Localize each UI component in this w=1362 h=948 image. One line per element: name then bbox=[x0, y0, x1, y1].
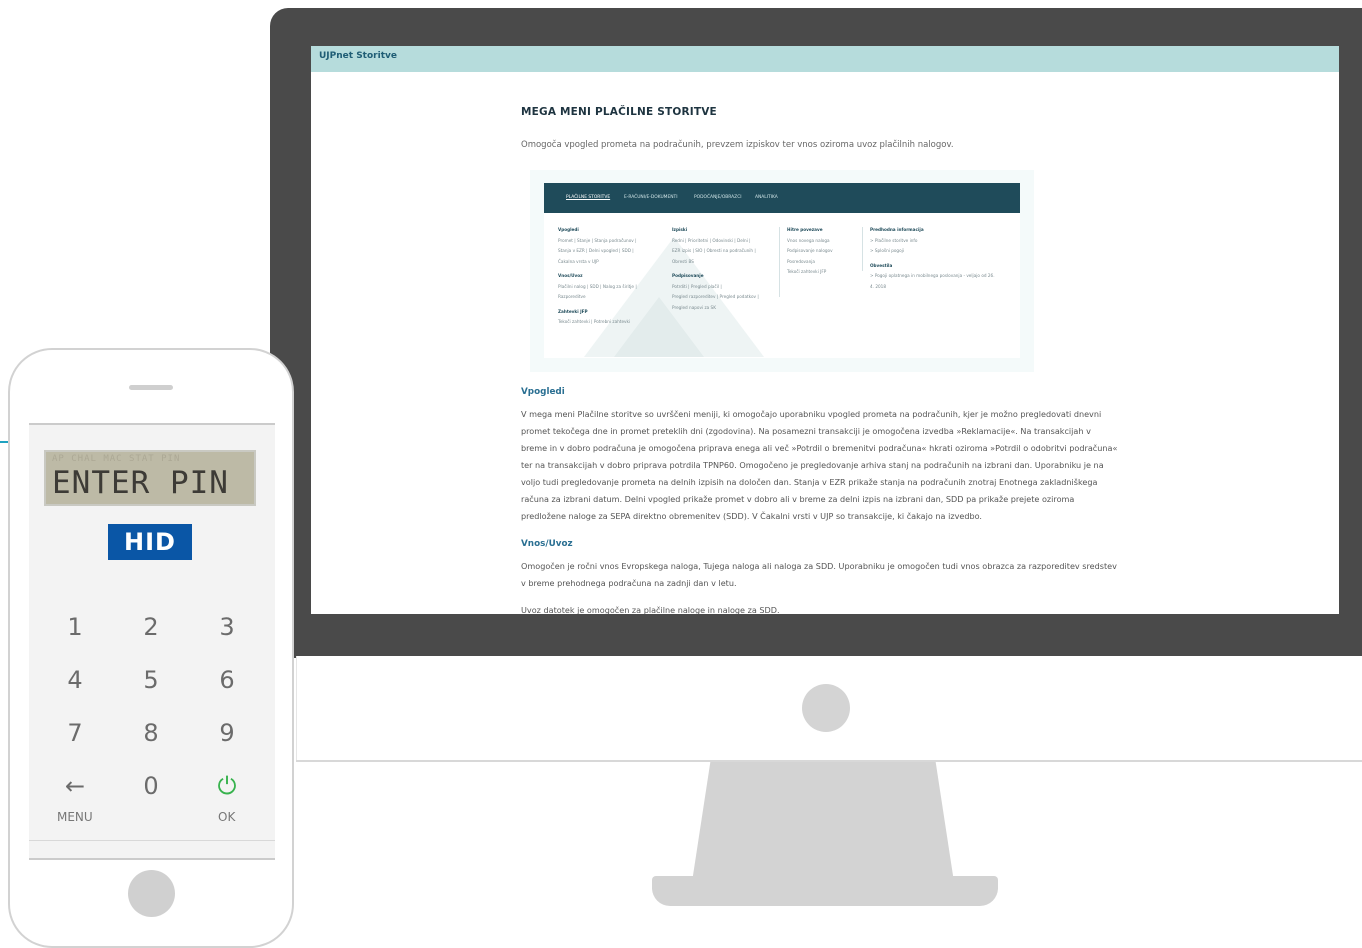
app-title[interactable]: UJPnet Storitve bbox=[319, 51, 397, 61]
menu-link[interactable]: Posredovanja bbox=[787, 257, 833, 268]
menu-link[interactable]: Pregled napovi za SK bbox=[672, 303, 759, 314]
menu-heading: Izpiski bbox=[672, 227, 688, 232]
menu-heading: Vpogledi bbox=[558, 227, 579, 232]
menu-link[interactable]: Čakalna vrsta v UJP bbox=[558, 257, 637, 268]
menu-link[interactable]: 4. 2018 bbox=[870, 282, 995, 293]
menu-link[interactable]: Podpisovanje nalogov bbox=[787, 246, 833, 257]
menu-divider bbox=[862, 227, 863, 271]
mega-menu-nav: PLAČILNE STORITVE E-RAČUNI/E-DOKUMENTI P… bbox=[544, 183, 1020, 213]
key-2[interactable]: 2 bbox=[123, 607, 179, 647]
section-text-vnos-uvoz: Omogočen je ročni vnos Evropskega naloga… bbox=[521, 561, 1117, 588]
nav-item-analitika[interactable]: ANALITIKA bbox=[755, 195, 778, 200]
back-arrow-icon[interactable]: ← bbox=[47, 766, 103, 806]
section-text-uvoz: Uvoz datotek je omogočen za plačilne nal… bbox=[521, 605, 780, 614]
mega-menu-col-1: Vpogledi Promet | Stanje | Stanja podrač… bbox=[558, 225, 637, 328]
monitor-stand bbox=[692, 762, 954, 882]
lcd-message: ENTER PIN bbox=[52, 465, 229, 501]
mega-menu-preview: PLAČILNE STORITVE E-RAČUNI/E-DOKUMENTI P… bbox=[530, 170, 1034, 372]
monitor-stand-base bbox=[652, 876, 998, 906]
token-bottom-edge bbox=[29, 840, 275, 847]
menu-link[interactable]: > Plačilne storitve info bbox=[870, 236, 995, 247]
key-7[interactable]: 7 bbox=[47, 713, 103, 753]
mega-menu-col-4: Predhodna informacija > Plačilne storitv… bbox=[870, 225, 995, 292]
phone-home-button bbox=[128, 870, 175, 917]
key-5[interactable]: 5 bbox=[123, 660, 179, 700]
menu-heading: Predhodna informacija bbox=[870, 227, 924, 232]
monitor-screen: UJPnet Storitve MEGA MENI PLAČILNE STORI… bbox=[311, 46, 1339, 614]
menu-link[interactable]: Vnos novega naloga bbox=[787, 236, 833, 247]
key-4[interactable]: 4 bbox=[47, 660, 103, 700]
menu-label: MENU bbox=[57, 810, 93, 824]
menu-link[interactable]: Redni | Prioritetni | Odovinski | Delni … bbox=[672, 236, 759, 247]
menu-link[interactable]: > Splošni pogoji bbox=[870, 246, 995, 257]
menu-link[interactable]: Stanja v EZR | Delni vpogled | SDD | bbox=[558, 246, 637, 257]
menu-link[interactable]: EZR izpis | SIO | Obresti na podračunih … bbox=[672, 246, 759, 257]
key-6[interactable]: 6 bbox=[199, 660, 255, 700]
menu-link[interactable]: Tekoči zahtevki | Potrebni zahtevki bbox=[558, 317, 637, 328]
menu-link[interactable]: Pregled razporeditev | Pregled podatkov … bbox=[672, 292, 759, 303]
mega-menu-col-3: Hitre povezave Vnos novega naloga Podpis… bbox=[787, 225, 833, 278]
menu-divider bbox=[779, 227, 780, 297]
phone-speaker bbox=[129, 385, 173, 390]
section-heading-vpogledi: Vpogledi bbox=[521, 387, 565, 397]
menu-link[interactable]: Obresti BS bbox=[672, 257, 759, 268]
menu-link[interactable]: Razporeditve bbox=[558, 292, 637, 303]
nav-item-placilne-storitve[interactable]: PLAČILNE STORITVE bbox=[566, 195, 610, 200]
mega-menu-body: Vpogledi Promet | Stanje | Stanja podrač… bbox=[544, 213, 1020, 358]
section-text-vpogledi: V mega meni Plačilne storitve so uvrščen… bbox=[521, 409, 1118, 521]
key-1[interactable]: 1 bbox=[47, 607, 103, 647]
menu-link[interactable]: Potrditi | Pregled plačil | bbox=[672, 282, 759, 293]
page-title: MEGA MENI PLAČILNE STORITVE bbox=[521, 106, 717, 118]
app-header-bar: UJPnet Storitve bbox=[311, 46, 1339, 72]
menu-link[interactable]: Tekoči zahtevki JFP bbox=[787, 267, 833, 278]
menu-heading: Hitre povezave bbox=[787, 227, 823, 232]
hid-logo: HID bbox=[108, 524, 192, 560]
menu-link[interactable]: > Pogoji oplatnega in mobilnega poslovan… bbox=[870, 271, 995, 282]
key-0[interactable]: 0 bbox=[123, 766, 179, 806]
ok-label: OK bbox=[218, 810, 236, 824]
lcd-indicators: AP CHAL MAC STAT PIN bbox=[52, 454, 181, 464]
key-3[interactable]: 3 bbox=[199, 607, 255, 647]
nav-item-podocanje[interactable]: PODOČANJE/OBRAZCI bbox=[694, 195, 742, 200]
section-heading-vnos-uvoz: Vnos/Uvoz bbox=[521, 539, 573, 549]
divider-line bbox=[296, 760, 1362, 762]
menu-heading: Vnos/Uvoz bbox=[558, 273, 583, 278]
token-lcd-display: AP CHAL MAC STAT PIN ENTER PIN bbox=[44, 450, 256, 506]
key-9[interactable]: 9 bbox=[199, 713, 255, 753]
monitor-power-button bbox=[802, 684, 850, 732]
mega-menu-col-2: Izpiski Redni | Prioritetni | Odovinski … bbox=[672, 225, 759, 313]
page-intro: Omogoča vpogled prometa na podračunih, p… bbox=[521, 140, 954, 150]
menu-link[interactable]: Plačilni nalog | SDD | Nalog za širitje … bbox=[558, 282, 637, 293]
power-icon[interactable]: ⏻ bbox=[199, 766, 255, 806]
menu-heading: Obvestila bbox=[870, 262, 893, 268]
key-8[interactable]: 8 bbox=[123, 713, 179, 753]
nav-item-e-racuni[interactable]: E-RAČUNI/E-DOKUMENTI bbox=[624, 195, 678, 200]
menu-heading: Podpisovanje bbox=[672, 273, 704, 278]
menu-link[interactable]: Promet | Stanje | Stanja podračunov | bbox=[558, 236, 637, 247]
menu-heading: Zahtevki JFP bbox=[558, 308, 588, 314]
